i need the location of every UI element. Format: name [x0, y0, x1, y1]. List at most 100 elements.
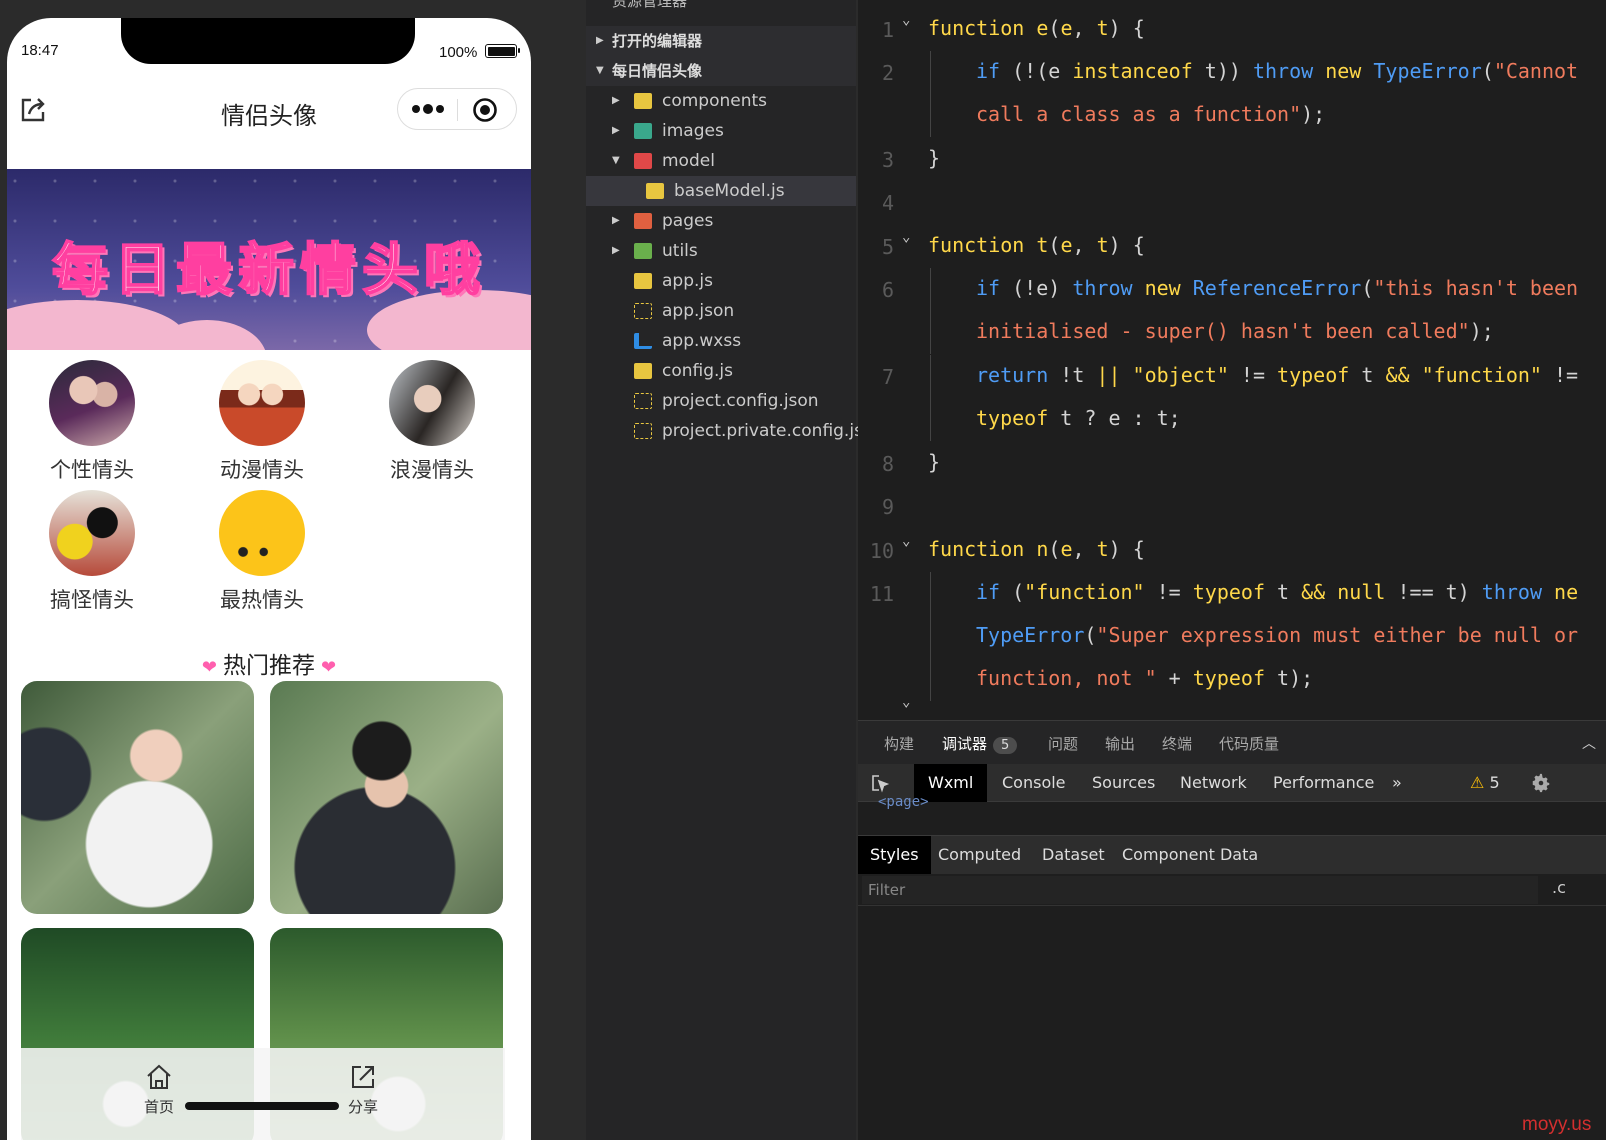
fold-chevron-icon[interactable]: ⌄ [902, 229, 910, 245]
tab-debugger-label: 调试器 [942, 735, 988, 753]
tree-item[interactable]: project.config.json [586, 386, 856, 416]
code-line[interactable]: call a class as a function"); [858, 94, 1606, 137]
tab-component-data[interactable]: Component Data [1110, 836, 1270, 874]
tree-item[interactable]: config.js [586, 356, 856, 386]
tab-network[interactable]: Network [1166, 764, 1261, 802]
fold-chevron-icon[interactable]: ⌄ [902, 694, 910, 710]
wxml-node[interactable]: <page> [878, 794, 929, 810]
tree-item[interactable]: ▶ utils [586, 236, 856, 266]
tab-output[interactable]: 输出 [1105, 733, 1135, 754]
project-section[interactable]: ▼ 每日情侣头像 [586, 56, 856, 86]
tab-dataset[interactable]: Dataset [1030, 836, 1117, 874]
category-label: 最热情头 [220, 588, 304, 612]
code-line[interactable]: 7 return !t || "object" != typeof t && "f… [858, 355, 1606, 398]
code-line[interactable]: ⌄ [858, 690, 1606, 720]
close-target-icon[interactable] [472, 97, 498, 123]
heart-icon: ❤ [201, 657, 217, 678]
code-line[interactable]: initialised - super() hasn't been called… [858, 311, 1606, 354]
category-label: 浪漫情头 [390, 458, 474, 482]
tab-home[interactable]: 首页 [129, 1062, 189, 1117]
photo-card[interactable] [270, 681, 503, 914]
indent-guide [930, 398, 931, 441]
tree-item-label: model [662, 151, 715, 171]
tree-item[interactable]: ▶ pages [586, 206, 856, 236]
indent-guide [930, 268, 931, 311]
tree-item[interactable]: ▼ model [586, 146, 856, 176]
more-icon[interactable] [410, 99, 446, 119]
banner[interactable]: 每日最新情头哦 [7, 169, 531, 350]
tree-item[interactable]: app.wxss [586, 326, 856, 356]
photo-card[interactable] [21, 681, 254, 914]
tree-item[interactable]: ▶ images [586, 116, 856, 146]
code-line[interactable]: 4 [858, 181, 1606, 224]
open-editors-section[interactable]: ▶ 打开的编辑器 [586, 26, 856, 56]
tab-performance[interactable]: Performance [1259, 764, 1388, 802]
category-item[interactable]: 个性情头 [37, 360, 147, 484]
folder-icon [634, 123, 652, 139]
explorer-more-icon[interactable]: ··· [812, 0, 830, 7]
code-text: typeof t ? e : t; [976, 406, 1181, 430]
class-toggle[interactable]: .c [1552, 878, 1566, 897]
code-line[interactable]: typeof t ? e : t; [858, 398, 1606, 441]
filter-input[interactable] [862, 876, 1538, 904]
code-token: ( [1361, 276, 1374, 300]
line-number: 10 [869, 539, 894, 563]
category-item[interactable]: 搞怪情头 [37, 490, 147, 614]
tab-console[interactable]: Console [988, 764, 1080, 802]
tab-share[interactable]: 分享 [333, 1062, 393, 1117]
code-token: } [928, 146, 941, 170]
line-number: 11 [869, 582, 894, 606]
category-item[interactable]: 浪漫情头 [377, 360, 487, 484]
chevron-up-icon[interactable]: ︿ [1582, 733, 1596, 753]
code-token: call a class as a function [976, 102, 1290, 126]
code-token: != [1554, 363, 1579, 387]
code-line[interactable]: 5 ⌄ function t(e, t) { [858, 225, 1606, 268]
tab-terminal[interactable]: 终端 [1162, 733, 1192, 754]
fold-chevron-icon[interactable]: ⌄ [902, 533, 910, 549]
gear-icon[interactable] [1530, 772, 1552, 794]
indent-guide [930, 572, 931, 615]
tree-item[interactable]: app.json [586, 296, 856, 326]
tab-problems[interactable]: 问题 [1048, 733, 1078, 754]
inspect-icon[interactable] [870, 773, 890, 793]
code-token: != [1156, 580, 1193, 604]
capsule-separator [457, 99, 458, 121]
code-token: new [1325, 59, 1374, 83]
code-text: function n(e, t) { [928, 537, 1145, 561]
code-line[interactable]: 1 ⌄ function e(e, t) { [858, 8, 1606, 51]
code-editor[interactable]: 1 ⌄ function e(e, t) {2 if (!(e instanceof … [858, 0, 1606, 720]
code-line[interactable]: 6 if (!e) throw new ReferenceError("this … [858, 268, 1606, 311]
code-line[interactable]: 2 if (!(e instanceof t)) throw new TypeEr… [858, 51, 1606, 94]
tab-build[interactable]: 构建 [884, 733, 914, 754]
tab-styles[interactable]: Styles [858, 836, 931, 874]
code-line[interactable]: 11 if ("function" != typeof t && null !==… [858, 572, 1606, 615]
warning-count[interactable]: ⚠ 5 [1470, 764, 1500, 802]
tab-code-quality[interactable]: 代码质量 [1219, 733, 1279, 754]
code-line[interactable]: 8} [858, 442, 1606, 485]
code-line[interactable]: TypeError("Super expression must either … [858, 615, 1606, 658]
tree-item[interactable]: ▶ components [586, 86, 856, 116]
phone-simulator: 18:47 100% 情侣头像 每日最新情头哦 个性情头 动漫情头 浪漫情头 搞… [7, 18, 531, 1140]
tree-item[interactable]: baseModel.js [586, 176, 856, 206]
code-token: function [928, 16, 1037, 40]
more-tabs-icon[interactable]: » [1378, 764, 1416, 802]
line-number: 1 [881, 18, 894, 42]
tree-item[interactable]: app.js [586, 266, 856, 296]
code-token: ( [1084, 623, 1097, 647]
tree-item-label: pages [662, 211, 714, 231]
line-number: 6 [881, 278, 894, 302]
tree-item[interactable]: project.private.config.js... [586, 416, 879, 446]
fold-chevron-icon[interactable]: ⌄ [902, 12, 910, 28]
tab-sources[interactable]: Sources [1078, 764, 1169, 802]
code-text: } [928, 450, 940, 474]
code-line[interactable]: 3} [858, 138, 1606, 181]
wxml-tree[interactable]: <page> [858, 794, 1606, 836]
category-item[interactable]: 动漫情头 [207, 360, 317, 484]
category-item[interactable]: 最热情头 [207, 490, 317, 614]
code-line[interactable]: 9 [858, 485, 1606, 528]
chevron-right-icon: ▶ [612, 245, 620, 256]
tab-computed[interactable]: Computed [926, 836, 1033, 874]
tab-debugger[interactable]: 调试器 5 [942, 733, 1018, 754]
chevron-right-icon: ▶ [596, 35, 604, 46]
code-line[interactable]: 10 ⌄ function n(e, t) { [858, 529, 1606, 572]
